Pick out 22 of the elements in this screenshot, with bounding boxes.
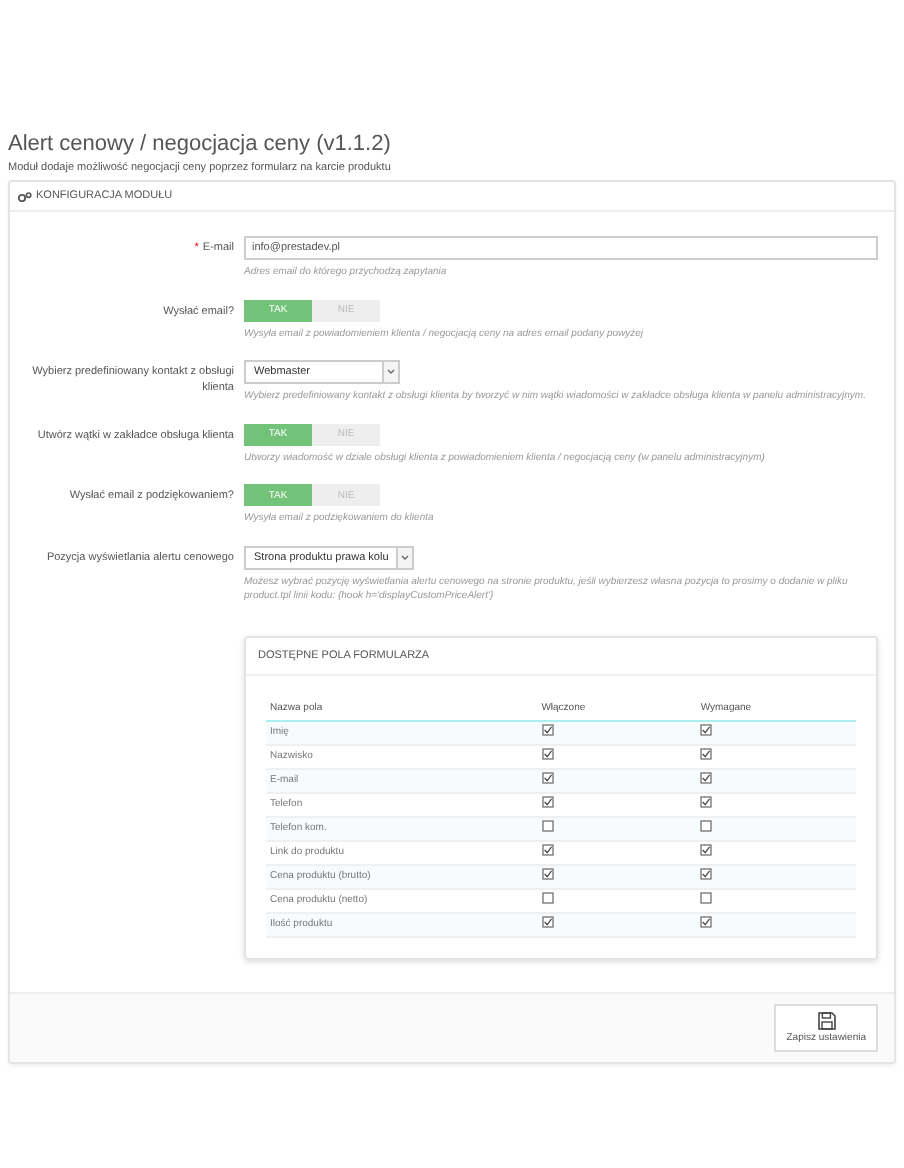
- checked-checkbox[interactable]: [700, 868, 713, 880]
- gears-icon: [18, 191, 32, 201]
- checked-checkbox[interactable]: [541, 844, 554, 856]
- caret-icon: [396, 547, 413, 567]
- checked-checkbox[interactable]: [541, 868, 554, 880]
- checked-checkbox[interactable]: [700, 724, 713, 736]
- checked-checkbox[interactable]: [541, 772, 554, 784]
- checkbox[interactable]: [541, 820, 554, 832]
- checked-checkbox[interactable]: [700, 844, 713, 856]
- checked-checkbox[interactable]: [700, 748, 713, 760]
- checked-checkbox[interactable]: [700, 772, 713, 784]
- checked-checkbox[interactable]: [700, 796, 713, 808]
- page-title: Alert cenowy / negocjacja ceny (v1.1.2): [8, 132, 393, 156]
- checkbox[interactable]: [700, 820, 713, 832]
- checkbox[interactable]: [541, 892, 554, 904]
- checked-checkbox[interactable]: [700, 916, 713, 928]
- checked-checkbox[interactable]: [541, 796, 554, 808]
- checked-checkbox[interactable]: [541, 916, 554, 928]
- checked-checkbox[interactable]: [541, 748, 554, 760]
- checked-checkbox[interactable]: [541, 724, 554, 736]
- checkbox[interactable]: [700, 892, 713, 904]
- caret-icon: [382, 362, 398, 382]
